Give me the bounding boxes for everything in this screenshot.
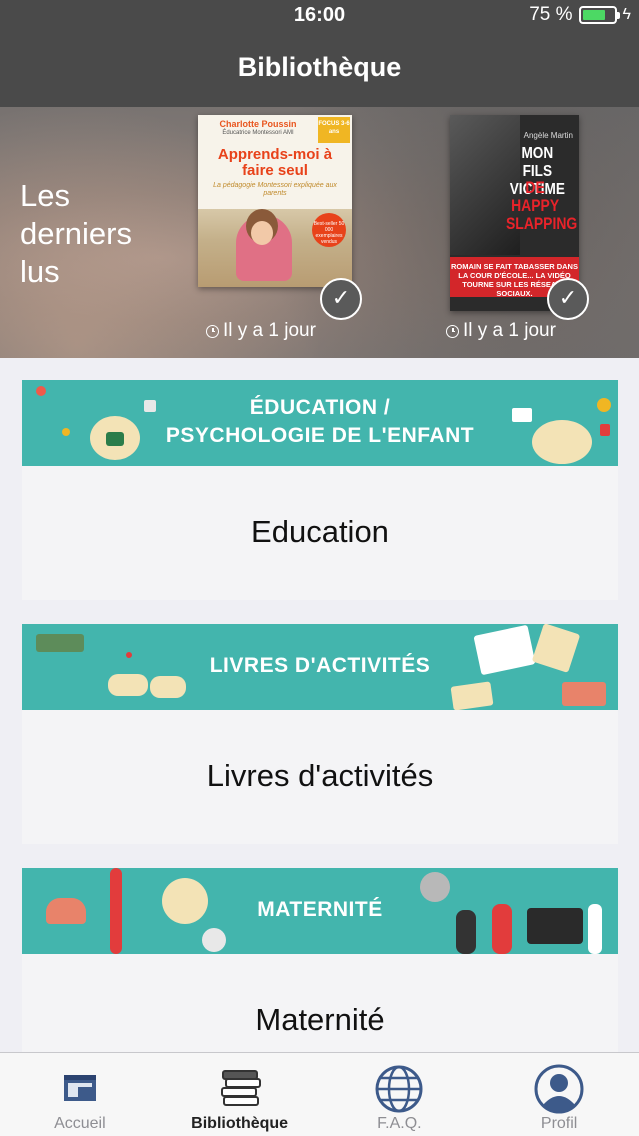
book-read-time: Il y a 1 jour — [446, 320, 556, 342]
clock-icon — [446, 324, 459, 338]
book-author: Charlotte Poussin — [219, 119, 297, 129]
home-screen-icon — [63, 1075, 96, 1101]
category-banner-title: ÉDUCATION / PSYCHOLOGIE DE L'ENFANT — [165, 396, 475, 447]
book-title: Apprends-moi à faire seul — [217, 146, 333, 179]
status-bar: 16:00 75 % ϟ — [0, 0, 639, 30]
book-badge: FOCUS 3-6 ans — [318, 117, 350, 143]
books-stack-icon — [220, 1070, 261, 1106]
book-read-time: Il y a 1 jour — [206, 320, 316, 342]
category-banner: MATERNITÉ — [22, 868, 618, 954]
battery-icon — [578, 6, 620, 24]
battery-fill — [582, 10, 606, 20]
book-author: Angèle Martin — [523, 131, 573, 140]
book-burst-badge: Best-seller 50 000 exemplaires vendus — [312, 213, 346, 247]
tab-label: F.A.Q. — [377, 1115, 422, 1132]
category-banner: ÉDUCATION / PSYCHOLOGIE DE L'ENFANT — [22, 380, 618, 466]
clock-icon — [206, 324, 219, 338]
book-cover-apprends-moi[interactable]: Charlotte Poussin Éducatrice Montessori … — [198, 115, 352, 287]
page-title: Bibliothèque — [237, 52, 402, 82]
tab-bibliotheque[interactable]: Bibliothèque — [160, 1053, 320, 1136]
drawing-sheet-illustration — [562, 682, 606, 706]
baby-illustration — [202, 928, 226, 952]
category-banner-title: MATERNITÉ — [257, 898, 383, 921]
category-card-education[interactable]: ÉDUCATION / PSYCHOLOGIE DE L'ENFANT Educa… — [22, 380, 618, 600]
tab-faq[interactable]: F.A.Q. — [320, 1053, 480, 1136]
drawing-sheet-illustration — [450, 681, 494, 710]
category-card-activites[interactable]: LIVRES D'ACTIVITÉS Livres d'activités — [22, 624, 618, 844]
tab-bar: Accueil Bibliothèque F.A.Q. Profil — [0, 1052, 639, 1136]
status-right: 75 % ϟ — [529, 4, 631, 26]
category-label: Maternité — [255, 1002, 385, 1037]
tab-label: Profil — [540, 1115, 578, 1132]
book-read-time-text: Il y a 1 jour — [463, 320, 556, 341]
book-read-time-text: Il y a 1 jour — [223, 320, 316, 341]
profile-icon — [534, 1064, 584, 1114]
child-face — [251, 221, 273, 245]
book-author-subtitle: Éducatrice Montessori AMI — [222, 130, 294, 136]
category-card-maternite[interactable]: MATERNITÉ Maternité — [22, 868, 618, 1052]
globe-icon — [375, 1065, 423, 1113]
recent-books-section: Les derniers lus Charlotte Poussin Éducatr… — [0, 107, 639, 358]
paper-dolls-illustration — [36, 634, 84, 652]
category-banner-title: LIVRES D'ACTIVITÉS — [209, 654, 431, 677]
recent-label: Les derniers lus — [20, 178, 132, 289]
category-label: Education — [251, 514, 389, 549]
nav-bar: Bibliothèque — [0, 30, 639, 107]
read-check-icon: ✓ — [320, 278, 362, 320]
tab-accueil[interactable]: Accueil — [0, 1053, 160, 1136]
book-title-red: DE HAPPY SLAPPING — [506, 178, 578, 233]
tab-profil[interactable]: Profil — [479, 1053, 639, 1136]
charging-icon: ϟ — [622, 6, 631, 23]
category-label: Livres d'activités — [206, 758, 434, 793]
read-check-icon: ✓ — [547, 278, 589, 320]
battery-cap — [616, 12, 620, 19]
tab-label: Bibliothèque — [191, 1115, 289, 1132]
battery-percent: 75 % — [529, 4, 573, 25]
category-banner: LIVRES D'ACTIVITÉS — [22, 624, 618, 710]
tab-label: Accueil — [54, 1115, 106, 1132]
book-tagline: La pédagogie Montessori expliquée aux pa… — [213, 182, 337, 197]
